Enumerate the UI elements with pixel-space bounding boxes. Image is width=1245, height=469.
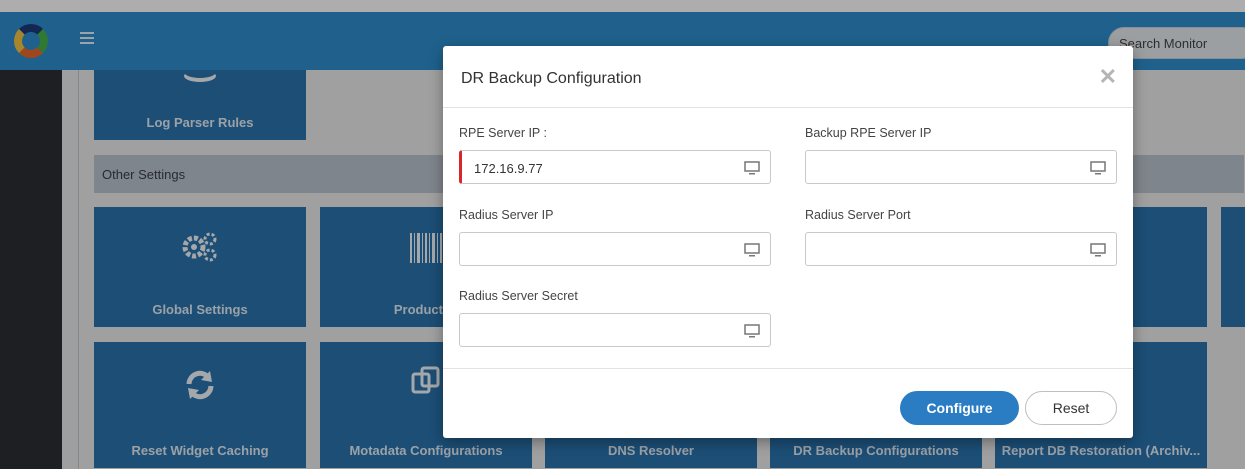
configure-button[interactable]: Configure: [900, 391, 1019, 425]
radius-server-ip-field[interactable]: [459, 232, 771, 266]
reset-button[interactable]: Reset: [1025, 391, 1117, 425]
dialog-footer: Configure Reset: [443, 368, 1133, 438]
rpe-server-ip-field[interactable]: 172.16.9.77: [459, 150, 771, 184]
dr-backup-configuration-dialog: DR Backup Configuration ✕ RPE Server IP …: [443, 46, 1133, 438]
radius-server-secret-field[interactable]: [459, 313, 771, 347]
rpe-server-ip-label: RPE Server IP :: [459, 126, 547, 140]
monitor-icon: [744, 243, 760, 257]
backup-rpe-server-ip-field[interactable]: [805, 150, 1117, 184]
rpe-server-ip-value: 172.16.9.77: [474, 161, 543, 176]
radius-server-secret-label: Radius Server Secret: [459, 289, 578, 303]
monitor-icon: [744, 324, 760, 338]
monitor-icon: [1090, 243, 1106, 257]
dialog-title: DR Backup Configuration: [461, 70, 642, 87]
radius-server-ip-label: Radius Server IP: [459, 208, 554, 222]
radius-server-port-field[interactable]: [805, 232, 1117, 266]
dialog-header: DR Backup Configuration ✕: [443, 46, 1133, 108]
backup-rpe-server-ip-label: Backup RPE Server IP: [805, 126, 932, 140]
radius-server-port-label: Radius Server Port: [805, 208, 911, 222]
monitor-icon: [1090, 161, 1106, 175]
close-icon[interactable]: ✕: [1099, 64, 1117, 90]
monitor-icon: [744, 161, 760, 175]
